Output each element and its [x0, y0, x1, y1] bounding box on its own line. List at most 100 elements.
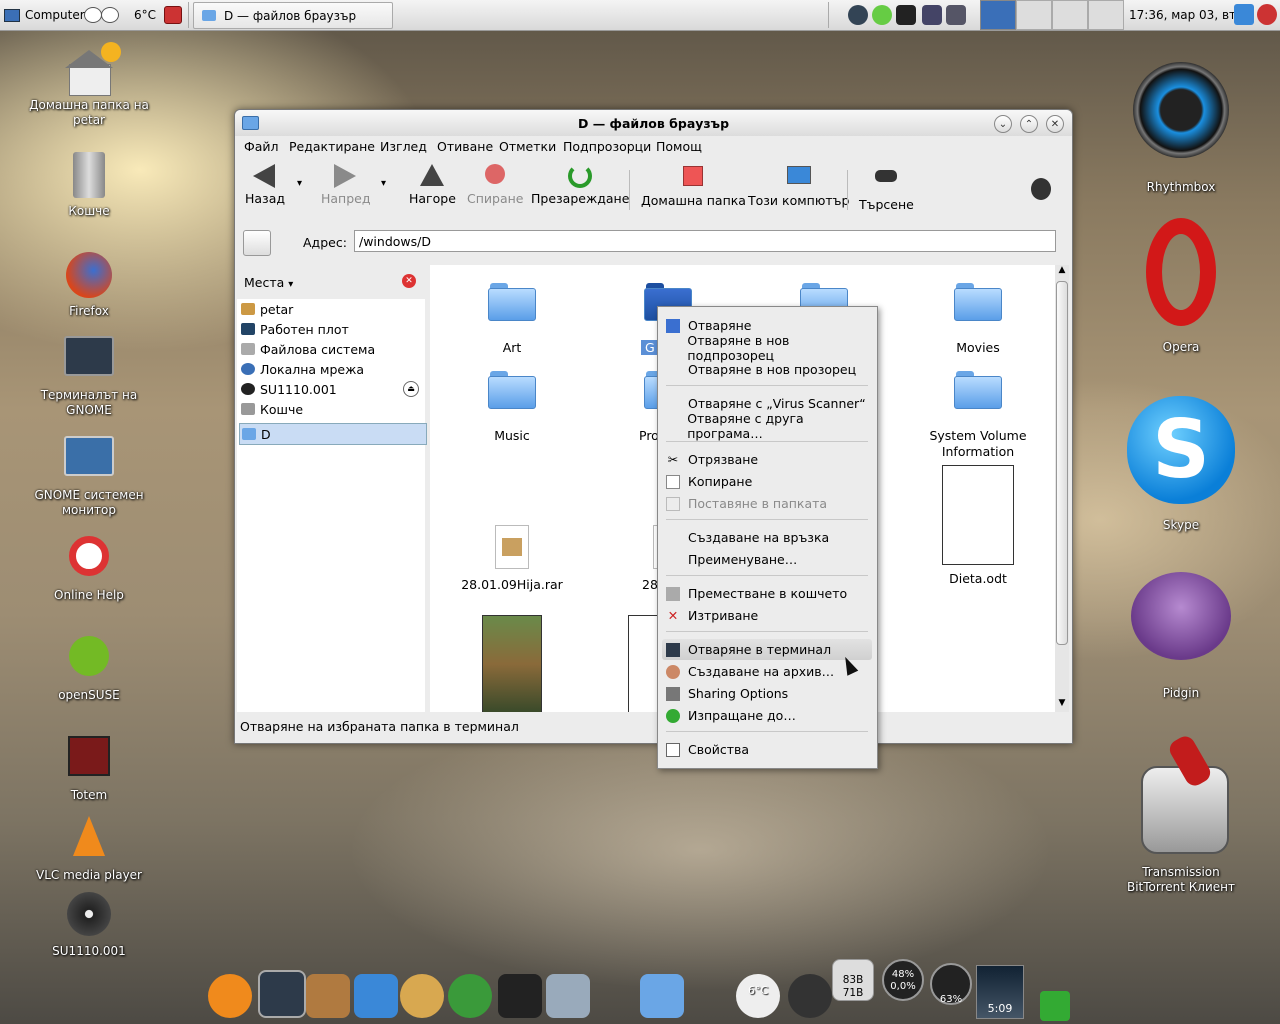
- weather-applet[interactable]: 6°C: [134, 0, 156, 30]
- workspace-1[interactable]: [980, 0, 1016, 30]
- dock-cpu-gauge[interactable]: 48% 0,0%: [882, 959, 924, 1001]
- menu-item-cut[interactable]: ✂ Отрязване: [662, 449, 872, 470]
- menu-tabs[interactable]: Подпрозорци: [563, 139, 651, 154]
- desktop-icon-firefox[interactable]: Firefox: [24, 252, 154, 319]
- menu-edit[interactable]: Редактиране: [289, 139, 375, 154]
- menu-bookmarks[interactable]: Отметки: [499, 139, 556, 154]
- menu-item-rename[interactable]: Преименуване…: [662, 549, 872, 570]
- dock-openoffice-icon[interactable]: [354, 974, 398, 1018]
- menu-item-make-link[interactable]: Създаване на връзка: [662, 527, 872, 548]
- dock-globe-icon[interactable]: [448, 974, 492, 1018]
- menu-item-delete[interactable]: ✕ Изтриване: [662, 605, 872, 626]
- tray-icon-1[interactable]: [848, 5, 868, 25]
- desktop-icon-totem[interactable]: Totem: [24, 736, 154, 803]
- update-icon[interactable]: [1234, 4, 1254, 25]
- place-desktop[interactable]: Работен плот: [239, 319, 425, 339]
- file-item-music[interactable]: Music: [442, 371, 582, 443]
- file-item-system-volume[interactable]: System Volume Information: [908, 371, 1048, 460]
- back-button[interactable]: Назад: [245, 164, 285, 206]
- menu-item-send-to[interactable]: Изпращане до…: [662, 705, 872, 726]
- desktop-icon-vlc[interactable]: VLC media player: [24, 816, 154, 883]
- menu-file[interactable]: Файл: [244, 139, 279, 154]
- volume-icon[interactable]: [946, 5, 966, 25]
- search-button[interactable]: Търсене: [859, 164, 914, 212]
- tray-icon-3[interactable]: [896, 5, 916, 25]
- forward-history-chevron-icon[interactable]: ▾: [381, 178, 386, 189]
- desktop-icon-pidgin[interactable]: Pidgin: [1116, 572, 1246, 701]
- desktop-icon-transmission[interactable]: Transmission BitTorrent Клиент: [1116, 732, 1246, 895]
- desktop-icon-system-monitor[interactable]: GNOME системен монитор: [24, 436, 154, 518]
- menu-item-copy[interactable]: Копиране: [662, 471, 872, 492]
- back-history-chevron-icon[interactable]: ▾: [297, 178, 302, 189]
- dock-hammer-icon[interactable]: [306, 974, 350, 1018]
- scroll-up-arrow-icon[interactable]: ▲: [1055, 265, 1069, 279]
- desktop-icon-opensuse[interactable]: openSUSE: [24, 636, 154, 703]
- workspace-4[interactable]: [1088, 0, 1124, 30]
- workspace-switcher[interactable]: [980, 0, 1124, 30]
- file-item-dieta[interactable]: Dieta.odt: [908, 465, 1048, 586]
- dock-media-icon[interactable]: [498, 974, 542, 1018]
- menu-item-open-new-tab[interactable]: Отваряне в нов подпрозорец: [662, 333, 872, 363]
- file-item-image[interactable]: [442, 615, 582, 712]
- dock-clock-icon[interactable]: [788, 974, 832, 1018]
- menu-item-open-with-other[interactable]: Отваряне с друга програма…: [662, 411, 872, 441]
- file-item-art[interactable]: Art: [442, 283, 582, 355]
- place-filesystem[interactable]: Файлова система: [239, 339, 425, 359]
- menu-item-sharing-options[interactable]: Sharing Options: [662, 683, 872, 704]
- place-network[interactable]: Локална мрежа: [239, 359, 425, 379]
- window-titlebar[interactable]: D — файлов браузър ⌄ ⌃ ✕: [235, 110, 1072, 136]
- home-button[interactable]: Домашна папка: [641, 164, 746, 208]
- close-sidebar-button[interactable]: ✕: [402, 274, 416, 288]
- workspace-2[interactable]: [1016, 0, 1052, 30]
- file-item-movies[interactable]: Movies: [908, 283, 1048, 355]
- eject-icon[interactable]: ⏏: [403, 381, 419, 397]
- place-cd[interactable]: SU1110.001 ⏏: [239, 379, 425, 399]
- show-desktop-icon[interactable]: [164, 6, 182, 24]
- dock-gimp-foot-icon[interactable]: [208, 974, 252, 1018]
- dock-movie-thumbnail[interactable]: 5:09: [976, 965, 1024, 1019]
- desktop-icon-opera[interactable]: Opera: [1116, 218, 1246, 355]
- desktop-icon-rhythmbox[interactable]: Rhythmbox: [1116, 62, 1246, 195]
- close-button[interactable]: ✕: [1046, 115, 1064, 133]
- desktop-icon-cd[interactable]: SU1110.001: [24, 892, 154, 959]
- stop-button[interactable]: Спиране: [467, 164, 523, 206]
- forward-button[interactable]: Напред: [321, 164, 371, 206]
- minimize-button[interactable]: ⌄: [994, 115, 1012, 133]
- dock-memory-gauge[interactable]: 63%: [930, 963, 972, 1005]
- desktop-icon-terminal[interactable]: Терминалът на GNOME: [24, 336, 154, 418]
- dock-user-icon[interactable]: [546, 974, 590, 1018]
- menu-item-paste-into-folder[interactable]: Поставяне в папката: [662, 493, 872, 514]
- tray-icon-4[interactable]: [922, 5, 942, 25]
- desktop-icon-online-help[interactable]: Online Help: [24, 536, 154, 603]
- clock[interactable]: 17:36, мар 03, вт: [1129, 0, 1236, 30]
- dock-folder-icon[interactable]: [640, 974, 684, 1018]
- tray-icon-2[interactable]: [872, 5, 892, 25]
- workspace-3[interactable]: [1052, 0, 1088, 30]
- up-button[interactable]: Нагоре: [409, 164, 456, 206]
- desktop-icon-skype[interactable]: S Skype: [1116, 396, 1246, 533]
- computer-button[interactable]: Този компютър: [748, 164, 849, 208]
- taskbar-item-file-browser[interactable]: D — файлов браузър: [193, 2, 393, 29]
- file-item-rar[interactable]: 28.01.09Hija.rar: [442, 525, 582, 592]
- power-icon[interactable]: [1257, 4, 1277, 25]
- menu-item-open-in-terminal[interactable]: Отваряне в терминал: [662, 639, 872, 660]
- place-d-selected[interactable]: D: [239, 423, 427, 445]
- dock-terminal-icon[interactable]: [258, 970, 306, 1018]
- menu-help[interactable]: Помощ: [656, 139, 702, 154]
- menu-item-move-to-trash[interactable]: Преместване в кошчето: [662, 583, 872, 604]
- computer-menu[interactable]: Computer: [4, 0, 85, 30]
- dock-paint-palette-icon[interactable]: [400, 974, 444, 1018]
- dock-trash-icon[interactable]: [1040, 991, 1070, 1021]
- desktop-icon-home[interactable]: Домашна папка на petar: [24, 42, 154, 128]
- desktop-icon-trash[interactable]: Кошче: [24, 152, 154, 219]
- place-petar[interactable]: petar: [239, 299, 425, 319]
- menu-item-properties[interactable]: Свойства: [662, 739, 872, 760]
- menu-item-open-new-window[interactable]: Отваряне в нов прозорец: [662, 359, 872, 380]
- vertical-scrollbar[interactable]: ▲ ▼: [1055, 265, 1069, 712]
- address-input[interactable]: /windows/D: [354, 230, 1056, 252]
- scroll-thumb[interactable]: [1056, 281, 1068, 645]
- maximize-button[interactable]: ⌃: [1020, 115, 1038, 133]
- scroll-down-arrow-icon[interactable]: ▼: [1055, 698, 1069, 712]
- toggle-location-button[interactable]: [243, 230, 271, 256]
- reload-button[interactable]: Презареждане: [531, 164, 629, 206]
